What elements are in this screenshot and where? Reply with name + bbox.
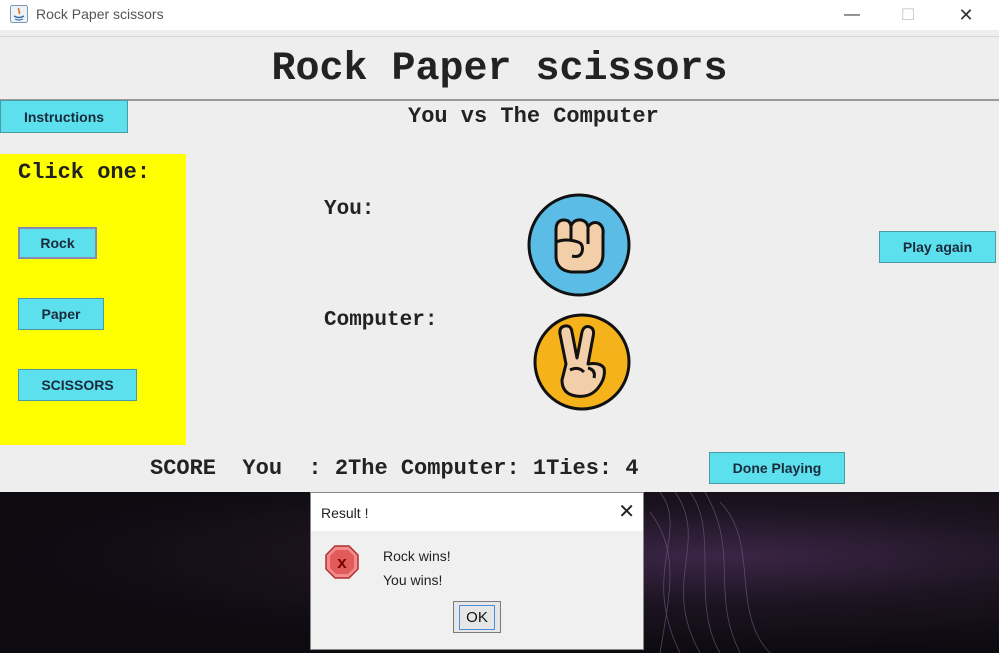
rock-button[interactable]: Rock [18,227,97,259]
play-again-button[interactable]: Play again [879,231,996,263]
score-you-label: SCORE You : [150,456,335,481]
choice-panel: Click one: Rock Paper SCISSORS [0,154,186,445]
close-icon: ✕ [958,4,974,25]
done-playing-button[interactable]: Done Playing [709,452,845,484]
dialog-title: Result ! [321,505,369,521]
header-banner: Rock Paper scissors [0,36,999,101]
error-icon: x [325,545,359,579]
ok-button-label: OK [459,604,495,630]
score-you-value: 2 [334,456,349,481]
svg-text:x: x [337,553,347,572]
dialog-message-line2: You wins! [383,572,443,588]
window-title: Rock Paper scissors [36,6,164,22]
computer-label: Computer: [324,309,438,332]
dialog-close-icon[interactable]: ✕ [618,499,635,524]
instructions-button[interactable]: Instructions [0,100,128,133]
desktop-wallpaper-swirl [649,492,771,653]
score-line: SCORE You : 2The Computer: 1Ties: 4 [150,456,639,481]
game-window: Rock Paper scissors — ☐ ✕ Rock Paper sci… [0,0,999,492]
score-computer-value: 1 [532,456,547,481]
maximize-button[interactable]: ☐ [885,0,931,30]
fist-icon [527,193,631,297]
java-app-icon [10,5,28,23]
minimize-button[interactable]: — [829,0,875,30]
dialog-message-line1: Rock wins! [383,548,451,564]
choice-panel-label: Click one: [18,160,151,185]
close-button[interactable]: ✕ [943,0,989,30]
maximize-icon: ☐ [900,7,916,24]
peace-sign-icon [533,313,631,411]
scissors-button[interactable]: SCISSORS [18,369,137,401]
minimize-icon: — [844,6,860,23]
you-label: You: [324,198,375,221]
score-ties-label: Ties: [546,456,626,481]
page-title: Rock Paper scissors [271,47,728,92]
matchup-subtitle: You vs The Computer [408,104,659,129]
ok-button[interactable]: OK [453,601,501,633]
result-dialog: Result ! ✕ x Rock wins! You wins! OK [310,492,644,650]
score-ties-value: 4 [625,456,639,481]
dialog-titlebar[interactable]: Result ! ✕ [311,493,643,531]
paper-button[interactable]: Paper [18,298,104,330]
window-titlebar[interactable]: Rock Paper scissors — ☐ ✕ [0,0,999,30]
score-computer-label: The Computer: [348,456,533,481]
